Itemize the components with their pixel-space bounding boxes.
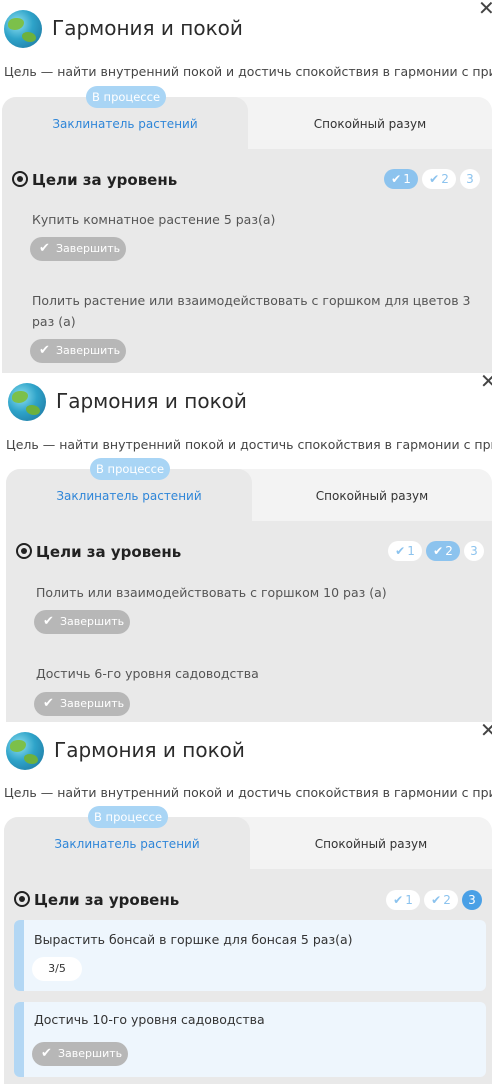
level-2-button[interactable]: ✔ 2 [422, 169, 456, 189]
level-1-button[interactable]: ✔ 1 [388, 541, 422, 561]
level-3-label: 3 [466, 172, 474, 186]
level-2-label: 2 [441, 172, 449, 186]
status-badge: В процессе [88, 806, 169, 828]
level-selector: ✔ 1 ✔ 2 3 [386, 890, 486, 910]
close-icon[interactable]: ✕ [480, 373, 492, 391]
level-3-button[interactable]: 3 [464, 541, 484, 561]
panel-title: Гармония и покой [52, 16, 243, 40]
complete-button-label: Завершить [56, 242, 121, 255]
complete-button[interactable]: ✔ Завершить [30, 237, 126, 261]
goals-section: Цели за уровень ✔ 1 ✔ 2 3 Вырастить бонсай… [4, 869, 492, 1084]
tab-calm-mind[interactable]: Спокойный разум [252, 469, 492, 521]
goals-heading: Цели за уровень [16, 543, 181, 561]
level-3-button[interactable]: 3 [462, 890, 482, 910]
goals-heading-label: Цели за уровень [34, 891, 180, 909]
status-badge: В процессе [86, 86, 167, 108]
tab-bar: Заклинатель растений В процессе Спокойны… [6, 458, 492, 521]
level-1-label: 1 [405, 893, 413, 907]
task-text: Купить комнатное растение 5 раз(а) [32, 212, 276, 227]
complete-button[interactable]: ✔ Завершить [30, 339, 126, 363]
tab-bar: Заклинатель растений В процессе Спокойны… [2, 86, 492, 149]
check-icon: ✔ [41, 1046, 52, 1061]
complete-button[interactable]: ✔ Завершить [32, 1042, 128, 1066]
check-icon: ✔ [431, 893, 442, 907]
level-3-label: 3 [470, 544, 478, 558]
panel-subtitle: Цель — найти внутренний покой и достичь … [4, 64, 492, 79]
panel-title: Гармония и покой [56, 389, 247, 413]
globe-dove-icon [8, 383, 46, 421]
level-1-label: 1 [403, 172, 411, 186]
goals-heading: Цели за уровень [14, 891, 179, 909]
panel-subtitle: Цель — найти внутренний покой и достичь … [6, 437, 492, 452]
tab-calm-mind[interactable]: Спокойный разум [248, 97, 492, 149]
quest-panel-3: ✕ Гармония и покой Цель — найти внутренн… [0, 722, 492, 1084]
check-icon: ✔ [391, 172, 402, 186]
goals-heading-label: Цели за уровень [36, 543, 182, 561]
goals-section: Цели за уровень ✔ 1 ✔ 2 3 Купить комнатное… [2, 149, 492, 373]
complete-button-label: Завершить [60, 615, 125, 628]
complete-button[interactable]: ✔ Завершить [34, 692, 130, 716]
task-text: Вырастить бонсай в горшке для бонсая 5 р… [34, 932, 353, 947]
target-icon [16, 543, 32, 559]
quest-panel-2: ✕ Гармония и покой Цель — найти внутренн… [0, 373, 492, 722]
complete-button-label: Завершить [60, 697, 125, 710]
complete-button[interactable]: ✔ Завершить [34, 610, 130, 634]
level-2-button[interactable]: ✔ 2 [424, 890, 458, 910]
tab-calm-mind[interactable]: Спокойный разум [250, 817, 492, 869]
level-selector: ✔ 1 ✔ 2 3 [388, 541, 488, 561]
check-icon: ✔ [433, 544, 444, 558]
check-icon: ✔ [43, 696, 54, 711]
globe-dove-icon [4, 10, 42, 48]
task-card: Вырастить бонсай в горшке для бонсая 5 р… [14, 920, 486, 991]
check-icon: ✔ [43, 614, 54, 629]
complete-button-label: Завершить [58, 1047, 123, 1060]
close-icon[interactable]: ✕ [478, 0, 492, 18]
level-2-label: 2 [443, 893, 451, 907]
level-1-button[interactable]: ✔ 1 [386, 890, 420, 910]
check-icon: ✔ [429, 172, 440, 186]
panel-subtitle: Цель — найти внутренний покой и достичь … [4, 785, 492, 800]
check-icon: ✔ [395, 544, 406, 558]
target-icon [12, 171, 28, 187]
quest-panel-1: ✕ Гармония и покой Цель — найти внутренн… [0, 0, 492, 373]
panel-title: Гармония и покой [54, 738, 245, 762]
task-text: Достичь 10-го уровня садоводства [34, 1012, 265, 1027]
level-3-button[interactable]: 3 [460, 169, 480, 189]
task-text: Достичь 6-го уровня садоводства [36, 666, 259, 681]
level-3-label: 3 [468, 893, 476, 907]
level-1-button[interactable]: ✔ 1 [384, 169, 418, 189]
goals-heading: Цели за уровень [12, 171, 177, 189]
goals-heading-label: Цели за уровень [32, 171, 178, 189]
card-stripe [14, 1002, 24, 1077]
status-badge: В процессе [90, 458, 171, 480]
level-selector: ✔ 1 ✔ 2 3 [384, 169, 484, 189]
tab-bar: Заклинатель растений В процессе Спокойны… [4, 806, 492, 869]
globe-dove-icon [6, 732, 44, 770]
progress-counter: 3/5 [32, 957, 82, 981]
task-card: Достичь 10-го уровня садоводства ✔ Заверш… [14, 1002, 486, 1077]
check-icon: ✔ [39, 343, 50, 358]
close-icon[interactable]: ✕ [480, 722, 492, 740]
task-text: Полить или взаимодействовать с горшком 1… [36, 585, 387, 600]
card-stripe [14, 920, 24, 991]
complete-button-label: Завершить [56, 344, 121, 357]
level-2-label: 2 [445, 544, 453, 558]
check-icon: ✔ [393, 893, 404, 907]
check-icon: ✔ [39, 241, 50, 256]
target-icon [14, 891, 30, 907]
level-2-button[interactable]: ✔ 2 [426, 541, 460, 561]
level-1-label: 1 [407, 544, 415, 558]
task-text: Полить растение или взаимодействовать с … [32, 293, 471, 329]
goals-section: Цели за уровень ✔ 1 ✔ 2 3 Полить или взаим… [6, 521, 492, 722]
